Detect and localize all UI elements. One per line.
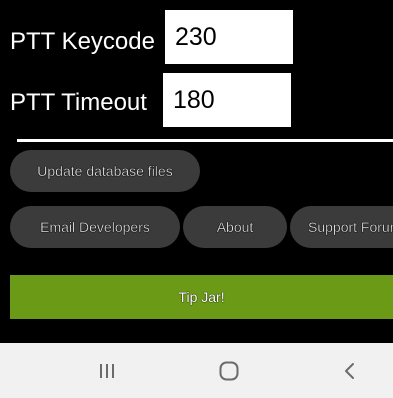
support-forum-button[interactable]: Support Forum xyxy=(290,206,393,248)
system-navigation-bar xyxy=(0,343,393,398)
tip-jar-button[interactable]: Tip Jar! xyxy=(10,275,393,319)
ptt-timeout-row: PTT Timeout xyxy=(0,73,393,127)
divider xyxy=(17,139,393,142)
email-developers-button[interactable]: Email Developers xyxy=(10,206,180,248)
back-button[interactable] xyxy=(315,343,385,398)
home-button[interactable] xyxy=(194,343,264,398)
back-icon xyxy=(345,362,354,379)
about-button[interactable]: About xyxy=(183,206,287,248)
ptt-timeout-label: PTT Timeout xyxy=(10,89,147,116)
ptt-timeout-input[interactable] xyxy=(163,73,291,127)
ptt-keycode-row: PTT Keycode xyxy=(0,10,393,64)
ptt-keycode-input[interactable] xyxy=(165,10,293,64)
recents-icon xyxy=(100,363,114,378)
recents-button[interactable] xyxy=(72,343,142,398)
home-icon xyxy=(219,361,239,380)
update-database-button[interactable]: Update database files xyxy=(10,150,200,192)
ptt-keycode-label: PTT Keycode xyxy=(10,28,155,55)
